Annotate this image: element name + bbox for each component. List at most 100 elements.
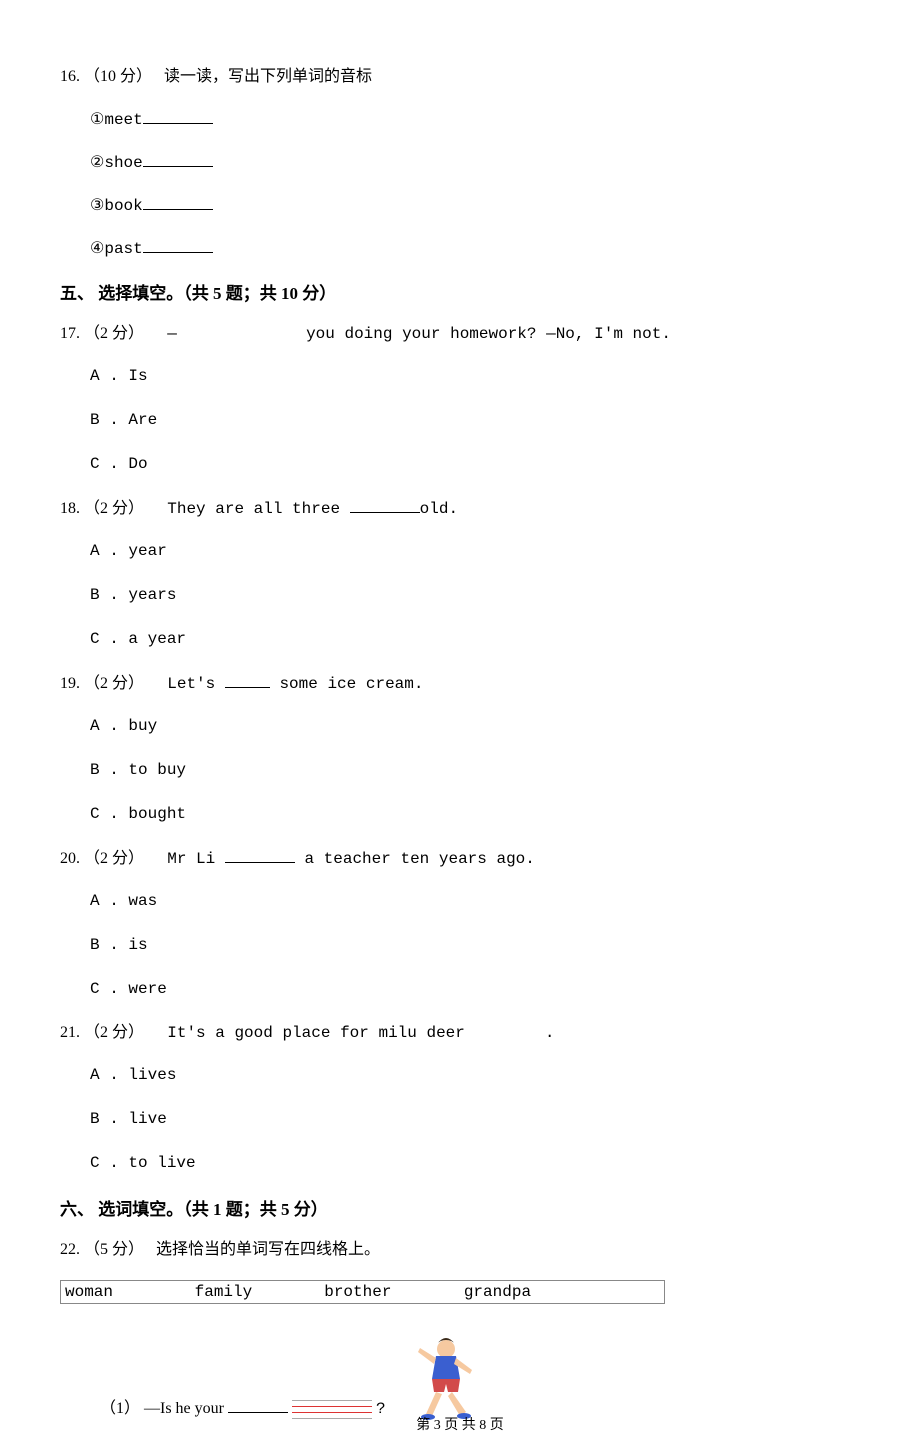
option-label: A .: [90, 1066, 119, 1084]
q22-stem: 22. （5 分） 选择恰当的单词写在四线格上。: [60, 1238, 860, 1262]
q17-option-a[interactable]: A . Is: [90, 364, 860, 388]
q22-points: （5 分）: [84, 1241, 144, 1258]
fill-blank[interactable]: [143, 150, 213, 167]
q20-number: 20.: [60, 850, 80, 867]
q17-points: （2 分）: [84, 325, 144, 342]
q17-option-c[interactable]: C . Do: [90, 452, 860, 476]
fill-blank[interactable]: [143, 107, 213, 124]
circled-num: ②: [90, 154, 104, 171]
option-label: B .: [90, 1110, 119, 1128]
q19-points: （2 分）: [84, 675, 144, 692]
q22-sub1: （1） —Is he your ?: [100, 1334, 860, 1424]
page: 16. （10 分） 读一读，写出下列单词的音标 ①meet ②shoe ③bo…: [0, 0, 920, 1454]
q22-prompt: 选择恰当的单词写在四线格上。: [156, 1241, 380, 1258]
fill-blank[interactable]: [350, 496, 420, 513]
option-text: live: [128, 1110, 166, 1128]
word-bank-item: woman: [65, 1283, 185, 1301]
q16-number: 16.: [60, 68, 80, 85]
option-label: C .: [90, 805, 119, 823]
option-text: year: [128, 542, 166, 560]
option-label: B .: [90, 586, 119, 604]
q18-suffix: old.: [420, 500, 458, 518]
q20-option-b[interactable]: B . is: [90, 933, 860, 957]
option-text: is: [128, 936, 147, 954]
q18-option-a[interactable]: A . year: [90, 539, 860, 563]
option-text: Do: [128, 455, 147, 473]
q17-suffix: you doing your homework? —No, I'm not.: [306, 325, 671, 343]
option-label: A .: [90, 542, 119, 560]
fill-blank[interactable]: [225, 846, 295, 863]
q16-item-1: ①meet: [90, 107, 860, 132]
q21-suffix: .: [545, 1024, 555, 1042]
q18-option-b[interactable]: B . years: [90, 583, 860, 607]
q17-option-b[interactable]: B . Are: [90, 408, 860, 432]
q21-prefix: It's a good place for milu deer: [167, 1024, 465, 1042]
option-text: was: [128, 892, 157, 910]
q20-prefix: Mr Li: [167, 850, 225, 868]
q21-option-a[interactable]: A . lives: [90, 1063, 860, 1087]
q16-prompt: 读一读，写出下列单词的音标: [164, 68, 372, 85]
option-label: C .: [90, 630, 119, 648]
section-6-heading: 六、 选词填空。（共 1 题；共 5 分）: [60, 1195, 860, 1220]
running-boy-icon: [406, 1334, 486, 1424]
word-bank-item: grandpa: [464, 1283, 531, 1301]
option-text: buy: [128, 717, 157, 735]
q18-stem: 18. （2 分） They are all three old.: [60, 496, 860, 521]
option-text: bought: [128, 805, 186, 823]
q19-number: 19.: [60, 675, 80, 692]
option-label: B .: [90, 936, 119, 954]
word-bank-item: brother: [324, 1283, 454, 1301]
option-text: were: [128, 980, 166, 998]
fill-blank[interactable]: [143, 193, 213, 210]
q21-points: （2 分）: [84, 1024, 144, 1041]
option-label: C .: [90, 1154, 119, 1172]
circled-num: ④: [90, 240, 104, 257]
q18-number: 18.: [60, 500, 80, 517]
option-label: A .: [90, 717, 119, 735]
q20-option-a[interactable]: A . was: [90, 889, 860, 913]
option-text: a year: [128, 630, 186, 648]
q19-option-c[interactable]: C . bought: [90, 802, 860, 826]
q17-prefix: —: [167, 325, 177, 343]
option-label: B .: [90, 411, 119, 429]
option-label: C .: [90, 980, 119, 998]
fill-blank[interactable]: [225, 671, 270, 688]
q16-word-4: past: [104, 240, 142, 258]
option-label: A .: [90, 892, 119, 910]
q20-points: （2 分）: [84, 850, 144, 867]
page-footer: 第 3 页 共 8 页: [0, 1414, 920, 1434]
word-bank: woman family brother grandpa: [60, 1280, 665, 1304]
option-text: Is: [128, 367, 147, 385]
q21-option-c[interactable]: C . to live: [90, 1151, 860, 1175]
q16-word-3: book: [104, 197, 142, 215]
q18-prefix: They are all three: [167, 500, 349, 518]
q16-points: （10 分）: [84, 68, 152, 85]
option-label: C .: [90, 455, 119, 473]
q20-option-c[interactable]: C . were: [90, 977, 860, 1001]
option-text: to buy: [128, 761, 186, 779]
option-text: to live: [128, 1154, 195, 1172]
option-text: Are: [128, 411, 157, 429]
q18-option-c[interactable]: C . a year: [90, 627, 860, 651]
word-bank-item: family: [195, 1283, 315, 1301]
q20-suffix: a teacher ten years ago.: [295, 850, 535, 868]
q16-item-3: ③book: [90, 193, 860, 218]
option-text: lives: [128, 1066, 176, 1084]
circled-num: ①: [90, 111, 104, 128]
fill-blank[interactable]: [143, 236, 213, 253]
q20-stem: 20. （2 分） Mr Li a teacher ten years ago.: [60, 846, 860, 871]
section-5-heading: 五、 选择填空。（共 5 题；共 10 分）: [60, 279, 860, 304]
q16-item-2: ②shoe: [90, 150, 860, 175]
q17-number: 17.: [60, 325, 80, 342]
option-label: B .: [90, 761, 119, 779]
q21-number: 21.: [60, 1024, 80, 1041]
circled-num: ③: [90, 197, 104, 214]
q19-option-a[interactable]: A . buy: [90, 714, 860, 738]
fill-blank[interactable]: [228, 1396, 288, 1413]
option-label: A .: [90, 367, 119, 385]
q19-option-b[interactable]: B . to buy: [90, 758, 860, 782]
q18-points: （2 分）: [84, 500, 144, 517]
q21-option-b[interactable]: B . live: [90, 1107, 860, 1131]
q17-stem: 17. （2 分） — you doing your homework? —No…: [60, 322, 860, 346]
q22-number: 22.: [60, 1241, 80, 1258]
